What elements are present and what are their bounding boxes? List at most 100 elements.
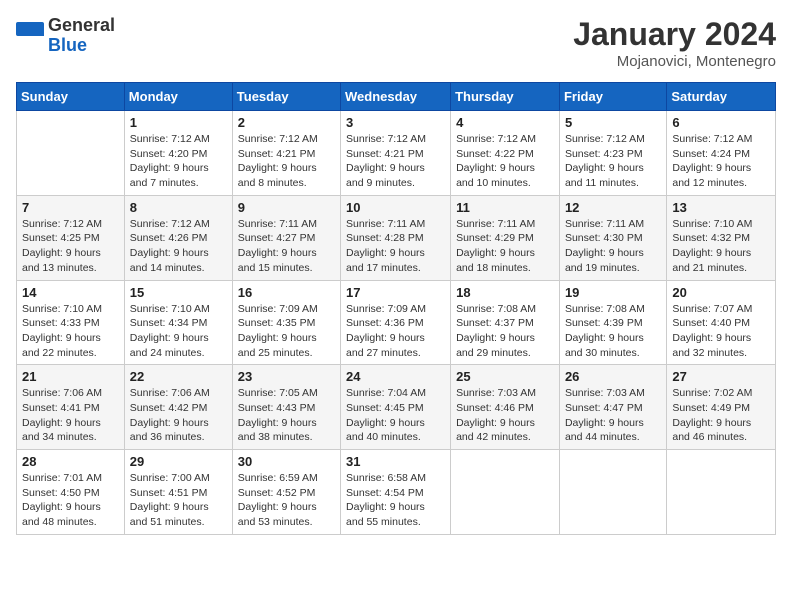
- calendar-cell: 4Sunrise: 7:12 AMSunset: 4:22 PMDaylight…: [451, 111, 560, 196]
- calendar-cell: 25Sunrise: 7:03 AMSunset: 4:46 PMDayligh…: [451, 365, 560, 450]
- day-number: 1: [130, 115, 227, 130]
- header-day-saturday: Saturday: [667, 83, 776, 111]
- calendar-cell: 16 Sunrise: 7:09 AMSunset: 4:35 PMDayligh…: [232, 280, 340, 365]
- day-info: Sunrise: 7:11 AMSunset: 4:28 PMDaylight:…: [346, 217, 445, 276]
- calendar-body: 1 Sunrise: 7:12 AMSunset: 4:20 PMDaylight…: [17, 111, 776, 535]
- day-info: Sunrise: 7:11 AMSunset: 4:27 PMDaylight:…: [238, 217, 335, 276]
- day-number: 7: [22, 200, 119, 215]
- day-number: 21: [22, 369, 119, 384]
- day-number: 17: [346, 285, 445, 300]
- day-number: 3: [346, 115, 445, 130]
- calendar-cell: 22 Sunrise: 7:06 AMSunset: 4:42 PMDayligh…: [124, 365, 232, 450]
- header-day-sunday: Sunday: [17, 83, 125, 111]
- calendar-cell: 2Sunrise: 7:12 AMSunset: 4:21 PMDaylight…: [232, 111, 340, 196]
- calendar-cell: 14 Sunrise: 7:10 AMSunset: 4:33 PMDayligh…: [17, 280, 125, 365]
- location-text: Mojanovici, Montenegro: [573, 53, 776, 70]
- calendar-cell: 29 Sunrise: 7:00 AMSunset: 4:51 PMDayligh…: [124, 450, 232, 535]
- logo-icon: [16, 22, 44, 50]
- day-info: Sunrise: 7:12 AMSunset: 4:25 PMDaylight:…: [22, 217, 119, 276]
- calendar-cell: 5 Sunrise: 7:12 AMSunset: 4:23 PMDaylight…: [559, 111, 666, 196]
- calendar-cell: 27Sunrise: 7:02 AMSunset: 4:49 PMDayligh…: [667, 365, 776, 450]
- calendar-week-5: 28Sunrise: 7:01 AMSunset: 4:50 PMDayligh…: [17, 450, 776, 535]
- logo: General Blue: [16, 16, 115, 56]
- day-info: Sunrise: 7:09 AMSunset: 4:35 PMDaylight:…: [238, 302, 335, 361]
- day-info: Sunrise: 6:59 AMSunset: 4:52 PMDaylight:…: [238, 471, 335, 530]
- day-info: Sunrise: 7:10 AMSunset: 4:33 PMDaylight:…: [22, 302, 119, 361]
- day-number: 31: [346, 454, 445, 469]
- day-number: 25: [456, 369, 554, 384]
- logo-text: General Blue: [48, 16, 115, 56]
- day-info: Sunrise: 7:12 AMSunset: 4:20 PMDaylight:…: [130, 132, 227, 191]
- day-info: Sunrise: 7:12 AMSunset: 4:23 PMDaylight:…: [565, 132, 661, 191]
- calendar-cell: 24 Sunrise: 7:04 AMSunset: 4:45 PMDayligh…: [341, 365, 451, 450]
- month-title: January 2024: [573, 16, 776, 53]
- calendar-cell: 15Sunrise: 7:10 AMSunset: 4:34 PMDayligh…: [124, 280, 232, 365]
- day-info: Sunrise: 7:07 AMSunset: 4:40 PMDaylight:…: [672, 302, 770, 361]
- title-block: January 2024 Mojanovici, Montenegro: [573, 16, 776, 70]
- day-number: 24: [346, 369, 445, 384]
- day-info: Sunrise: 7:06 AMSunset: 4:42 PMDaylight:…: [130, 386, 227, 445]
- day-number: 16: [238, 285, 335, 300]
- day-info: Sunrise: 6:58 AMSunset: 4:54 PMDaylight:…: [346, 471, 445, 530]
- calendar-cell: [17, 111, 125, 196]
- calendar-cell: 20 Sunrise: 7:07 AMSunset: 4:40 PMDayligh…: [667, 280, 776, 365]
- day-info: Sunrise: 7:12 AMSunset: 4:21 PMDaylight:…: [346, 132, 445, 191]
- page-header: General Blue January 2024 Mojanovici, Mo…: [16, 16, 776, 70]
- calendar-week-3: 14 Sunrise: 7:10 AMSunset: 4:33 PMDayligh…: [17, 280, 776, 365]
- calendar-cell: 17 Sunrise: 7:09 AMSunset: 4:36 PMDayligh…: [341, 280, 451, 365]
- day-info: Sunrise: 7:08 AMSunset: 4:39 PMDaylight:…: [565, 302, 661, 361]
- day-info: Sunrise: 7:11 AMSunset: 4:30 PMDaylight:…: [565, 217, 661, 276]
- day-number: 23: [238, 369, 335, 384]
- calendar-cell: 7 Sunrise: 7:12 AMSunset: 4:25 PMDaylight…: [17, 195, 125, 280]
- day-number: 14: [22, 285, 119, 300]
- day-number: 5: [565, 115, 661, 130]
- calendar-cell: 26Sunrise: 7:03 AMSunset: 4:47 PMDayligh…: [559, 365, 666, 450]
- calendar-cell: 9 Sunrise: 7:11 AMSunset: 4:27 PMDaylight…: [232, 195, 340, 280]
- calendar-cell: 8Sunrise: 7:12 AMSunset: 4:26 PMDaylight…: [124, 195, 232, 280]
- header-day-wednesday: Wednesday: [341, 83, 451, 111]
- day-info: Sunrise: 7:12 AMSunset: 4:22 PMDaylight:…: [456, 132, 554, 191]
- calendar-week-4: 21Sunrise: 7:06 AMSunset: 4:41 PMDayligh…: [17, 365, 776, 450]
- day-info: Sunrise: 7:04 AMSunset: 4:45 PMDaylight:…: [346, 386, 445, 445]
- day-number: 2: [238, 115, 335, 130]
- header-day-friday: Friday: [559, 83, 666, 111]
- calendar-cell: 31 Sunrise: 6:58 AMSunset: 4:54 PMDayligh…: [341, 450, 451, 535]
- calendar-cell: 21Sunrise: 7:06 AMSunset: 4:41 PMDayligh…: [17, 365, 125, 450]
- day-info: Sunrise: 7:02 AMSunset: 4:49 PMDaylight:…: [672, 386, 770, 445]
- calendar-week-2: 7 Sunrise: 7:12 AMSunset: 4:25 PMDaylight…: [17, 195, 776, 280]
- calendar-cell: 23 Sunrise: 7:05 AMSunset: 4:43 PMDayligh…: [232, 365, 340, 450]
- calendar-week-1: 1 Sunrise: 7:12 AMSunset: 4:20 PMDaylight…: [17, 111, 776, 196]
- day-number: 13: [672, 200, 770, 215]
- day-info: Sunrise: 7:03 AMSunset: 4:47 PMDaylight:…: [565, 386, 661, 445]
- day-info: Sunrise: 7:00 AMSunset: 4:51 PMDaylight:…: [130, 471, 227, 530]
- day-info: Sunrise: 7:09 AMSunset: 4:36 PMDaylight:…: [346, 302, 445, 361]
- day-info: Sunrise: 7:05 AMSunset: 4:43 PMDaylight:…: [238, 386, 335, 445]
- day-number: 11: [456, 200, 554, 215]
- calendar-cell: 6Sunrise: 7:12 AMSunset: 4:24 PMDaylight…: [667, 111, 776, 196]
- header-day-tuesday: Tuesday: [232, 83, 340, 111]
- calendar-header: SundayMondayTuesdayWednesdayThursdayFrid…: [17, 83, 776, 111]
- day-number: 18: [456, 285, 554, 300]
- calendar-cell: [559, 450, 666, 535]
- calendar-cell: 19Sunrise: 7:08 AMSunset: 4:39 PMDayligh…: [559, 280, 666, 365]
- day-number: 30: [238, 454, 335, 469]
- calendar-cell: 3 Sunrise: 7:12 AMSunset: 4:21 PMDaylight…: [341, 111, 451, 196]
- header-row: SundayMondayTuesdayWednesdayThursdayFrid…: [17, 83, 776, 111]
- day-info: Sunrise: 7:10 AMSunset: 4:32 PMDaylight:…: [672, 217, 770, 276]
- day-number: 10: [346, 200, 445, 215]
- day-number: 20: [672, 285, 770, 300]
- logo-general-text: General: [48, 16, 115, 36]
- day-info: Sunrise: 7:08 AMSunset: 4:37 PMDaylight:…: [456, 302, 554, 361]
- day-number: 9: [238, 200, 335, 215]
- calendar-cell: 10 Sunrise: 7:11 AMSunset: 4:28 PMDayligh…: [341, 195, 451, 280]
- day-number: 12: [565, 200, 661, 215]
- calendar-cell: 28Sunrise: 7:01 AMSunset: 4:50 PMDayligh…: [17, 450, 125, 535]
- day-number: 29: [130, 454, 227, 469]
- calendar-cell: 30 Sunrise: 6:59 AMSunset: 4:52 PMDayligh…: [232, 450, 340, 535]
- calendar-cell: 13 Sunrise: 7:10 AMSunset: 4:32 PMDayligh…: [667, 195, 776, 280]
- calendar-cell: 11Sunrise: 7:11 AMSunset: 4:29 PMDayligh…: [451, 195, 560, 280]
- day-number: 22: [130, 369, 227, 384]
- day-info: Sunrise: 7:12 AMSunset: 4:26 PMDaylight:…: [130, 217, 227, 276]
- calendar-cell: 18 Sunrise: 7:08 AMSunset: 4:37 PMDayligh…: [451, 280, 560, 365]
- day-info: Sunrise: 7:01 AMSunset: 4:50 PMDaylight:…: [22, 471, 119, 530]
